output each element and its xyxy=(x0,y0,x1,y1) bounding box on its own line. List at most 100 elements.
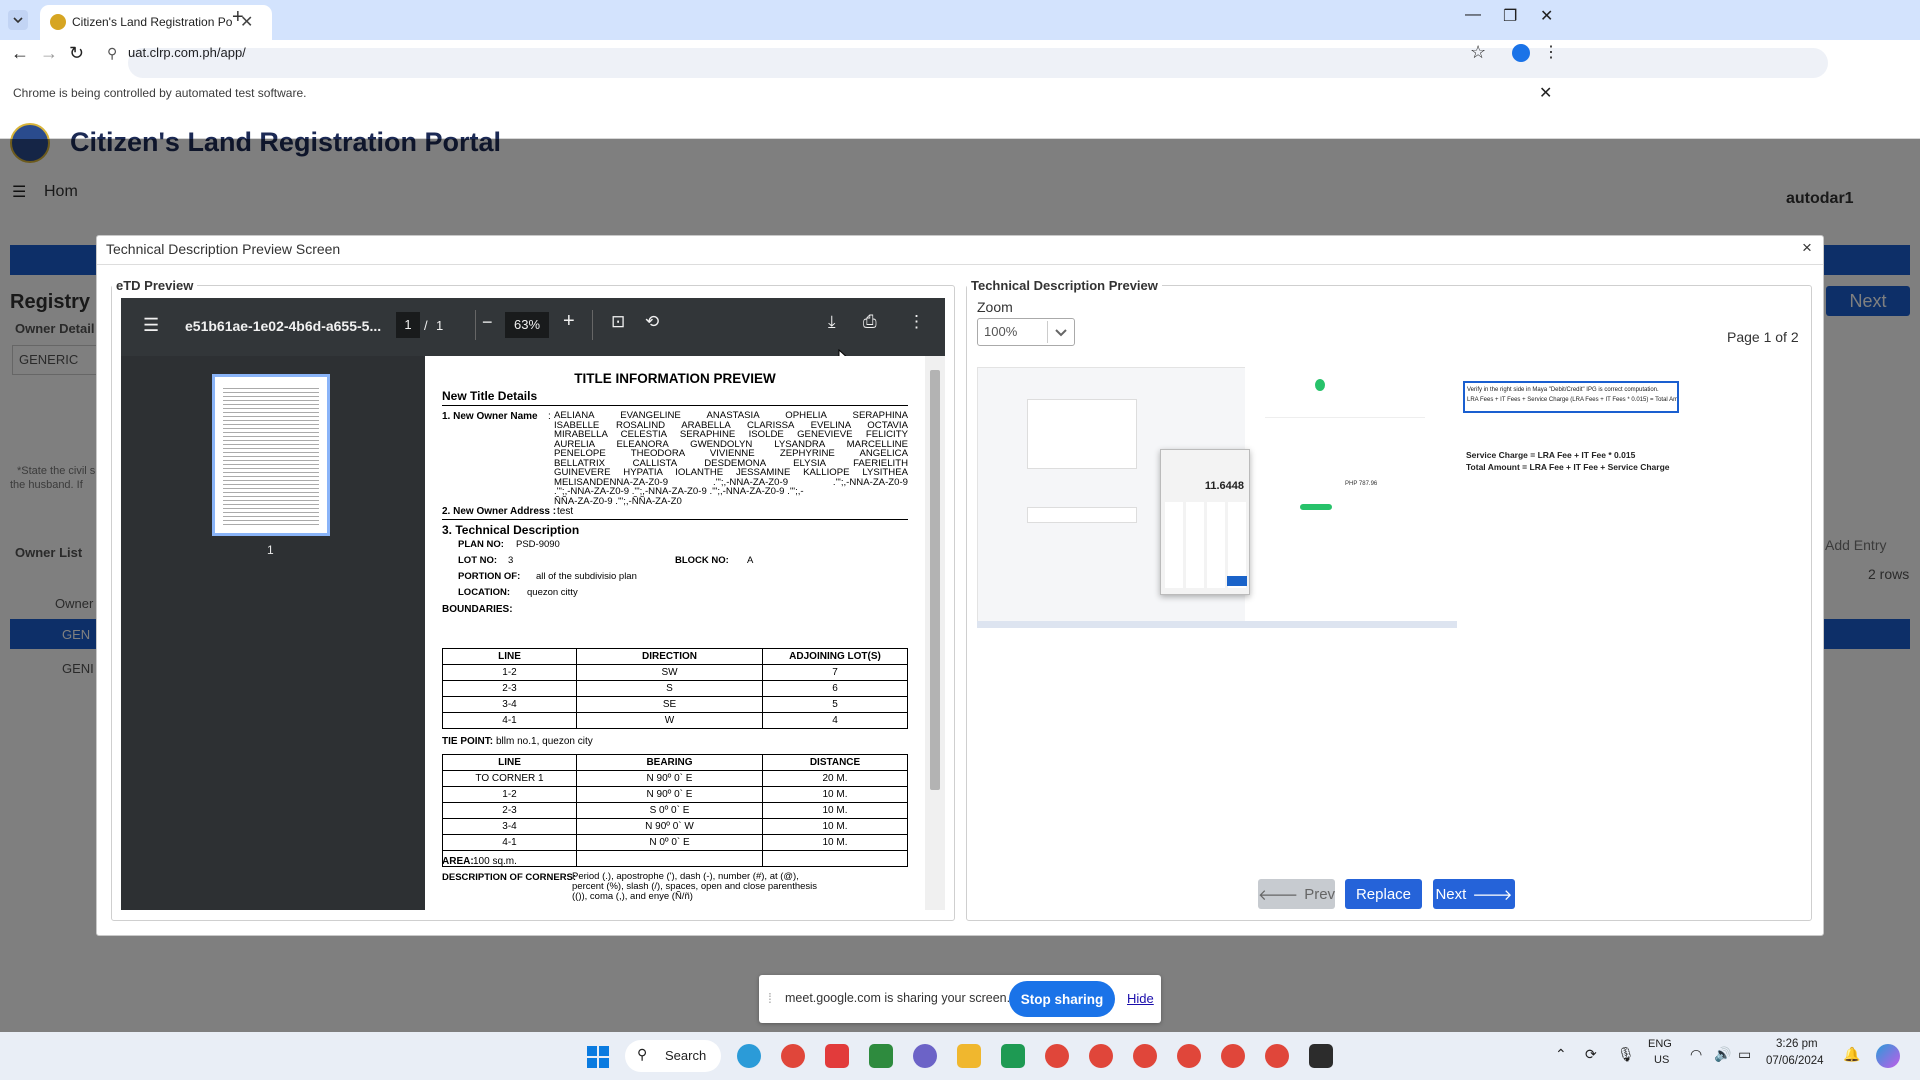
table-cell: 2-3 xyxy=(442,802,577,819)
app-icon[interactable] xyxy=(913,1044,937,1068)
chrome-icon[interactable] xyxy=(1045,1044,1069,1068)
plan-label: PLAN NO: xyxy=(458,539,504,550)
preview-calculator: 11.6448 xyxy=(1160,449,1250,595)
pdf-menu-icon[interactable]: ☰ xyxy=(143,315,159,336)
clock-time[interactable]: 3:26 pm xyxy=(1776,1038,1818,1050)
zoom-in-icon[interactable]: + xyxy=(563,310,575,333)
sync-icon[interactable]: ⟳ xyxy=(1585,1046,1597,1063)
zoom-out-icon[interactable]: − xyxy=(482,312,493,333)
volume-icon[interactable]: 🔊 xyxy=(1714,1046,1731,1063)
terminal-icon[interactable] xyxy=(1309,1044,1333,1068)
chrome-icon[interactable] xyxy=(1221,1044,1245,1068)
microphone-icon[interactable]: 🎙 xyxy=(1617,1046,1635,1063)
anydesk-icon[interactable] xyxy=(825,1044,849,1068)
pdf-page-sep: / xyxy=(424,318,428,333)
page-thumbnail[interactable] xyxy=(212,374,330,536)
restore-icon[interactable]: ❐ xyxy=(1503,6,1517,26)
close-window-icon[interactable]: ✕ xyxy=(1540,6,1553,26)
table-header: ADJOINING LOT(S) xyxy=(762,648,908,665)
address-value: test xyxy=(557,506,574,517)
table-cell: 6 xyxy=(762,680,908,697)
clock-date[interactable]: 07/06/2024 xyxy=(1766,1055,1824,1067)
wifi-icon[interactable]: ◠ xyxy=(1690,1046,1702,1063)
file-explorer-icon[interactable] xyxy=(957,1044,981,1068)
tab-search-button[interactable] xyxy=(8,10,28,30)
table-cell: 10 M. xyxy=(762,818,908,835)
pdf-page-input[interactable]: 1 xyxy=(396,312,420,338)
table-row: 3-4 N 90º 0` W 10 M. xyxy=(442,818,908,835)
input-language[interactable]: ENG xyxy=(1648,1038,1672,1050)
table-header: DIRECTION xyxy=(576,648,763,665)
prev-button[interactable]: 🡐 Prev xyxy=(1258,879,1335,909)
chrome-icon[interactable] xyxy=(1133,1044,1157,1068)
infobar-close-icon[interactable]: ✕ xyxy=(1539,83,1552,103)
table-cell: N 90º 0` E xyxy=(576,770,763,787)
pdf-scroll-thumb[interactable] xyxy=(930,370,940,790)
browser-tab-strip xyxy=(0,0,1920,40)
table-row: 3-4 SE 5 xyxy=(442,696,908,713)
bookmark-star-icon[interactable]: ☆ xyxy=(1470,42,1486,63)
corners-block: Period (.), apostrophe ('), dash (-), nu… xyxy=(572,872,908,902)
windows-start-icon[interactable] xyxy=(586,1045,610,1069)
site-info-icon[interactable]: ⚲ xyxy=(107,45,117,62)
preview-calc-value: 11.6448 xyxy=(1204,480,1244,492)
pdf-toolbar-divider-2 xyxy=(592,310,593,340)
dialog-close-button[interactable]: × xyxy=(1802,238,1812,258)
stop-sharing-button[interactable]: Stop sharing xyxy=(1009,981,1115,1017)
table-cell: 10 M. xyxy=(762,786,908,803)
table-header: LINE xyxy=(442,754,577,771)
zoom-select[interactable]: 100% xyxy=(977,318,1075,346)
block-value: A xyxy=(747,555,754,566)
doc-rule-2 xyxy=(442,519,908,520)
table-cell: 10 M. xyxy=(762,802,908,819)
drag-handle-icon[interactable]: ⁞ xyxy=(768,990,772,1006)
forward-icon[interactable]: → xyxy=(40,43,58,64)
hide-share-link[interactable]: Hide xyxy=(1127,991,1154,1006)
preview-maya-logo xyxy=(1300,504,1332,510)
new-tab-icon[interactable]: + xyxy=(232,6,244,29)
taskbar-search[interactable]: ⚲ Search xyxy=(625,1040,721,1072)
chrome-icon[interactable] xyxy=(781,1044,805,1068)
pdf-filename: e51b61ae-1e02-4b6d-a655-5... xyxy=(185,318,382,334)
battery-icon[interactable]: ▭ xyxy=(1738,1046,1751,1063)
input-region[interactable]: US xyxy=(1654,1054,1669,1066)
chrome-active-icon[interactable] xyxy=(1265,1044,1289,1068)
edge-icon[interactable] xyxy=(737,1044,761,1068)
preview-taskbar xyxy=(977,621,1457,628)
table-row: 1-2 SW 7 xyxy=(442,664,908,681)
chrome-icon[interactable] xyxy=(1177,1044,1201,1068)
url-text[interactable]: uat.clrp.com.ph/app/ xyxy=(128,45,246,60)
table-cell: 10 M. xyxy=(762,834,908,851)
fit-page-icon[interactable]: ⊡ xyxy=(611,312,625,332)
search-icon: ⚲ xyxy=(637,1046,648,1062)
chrome-icon[interactable] xyxy=(1089,1044,1113,1068)
chrome-menu-icon[interactable]: ⋮ xyxy=(1543,42,1559,62)
excel-icon[interactable] xyxy=(869,1044,893,1068)
corners-label: DESCRIPTION OF CORNERS: xyxy=(442,872,577,883)
tech-preview-legend: Technical Description Preview xyxy=(971,278,1158,293)
notification-bell-icon[interactable]: 🔔 xyxy=(1843,1046,1860,1063)
copilot-icon[interactable] xyxy=(1876,1044,1900,1068)
chat-icon[interactable] xyxy=(1001,1044,1025,1068)
table-cell: 3-4 xyxy=(442,696,577,713)
tray-chevron-icon[interactable]: ⌃ xyxy=(1555,1046,1567,1063)
download-icon[interactable]: ⤓ xyxy=(828,312,836,332)
arrow-left-icon: 🡐 xyxy=(1257,886,1299,904)
pdf-scrollbar[interactable] xyxy=(925,356,945,910)
area-label: AREA: xyxy=(442,856,474,867)
pdf-zoom-input[interactable]: 63% xyxy=(505,312,549,338)
table-row: 4-1 N 0º 0` E 10 M. xyxy=(442,834,908,851)
print-icon[interactable]: ⎙ xyxy=(863,312,877,332)
preview-card-banner xyxy=(1027,507,1137,523)
next-button[interactable]: Next 🡒 xyxy=(1433,879,1515,909)
rotate-icon[interactable]: ⟲ xyxy=(645,312,659,332)
minimize-icon[interactable]: — xyxy=(1465,6,1481,24)
reload-icon[interactable]: ↻ xyxy=(69,43,84,64)
pdf-more-icon[interactable]: ⋮ xyxy=(908,312,925,332)
profile-avatar-icon[interactable] xyxy=(1512,44,1530,62)
plan-value: PSD-9090 xyxy=(516,539,560,550)
back-icon[interactable]: ← xyxy=(11,43,29,64)
replace-button[interactable]: Replace xyxy=(1345,879,1422,909)
omnibox[interactable] xyxy=(128,48,1828,78)
pdf-toolbar-divider xyxy=(475,310,476,340)
